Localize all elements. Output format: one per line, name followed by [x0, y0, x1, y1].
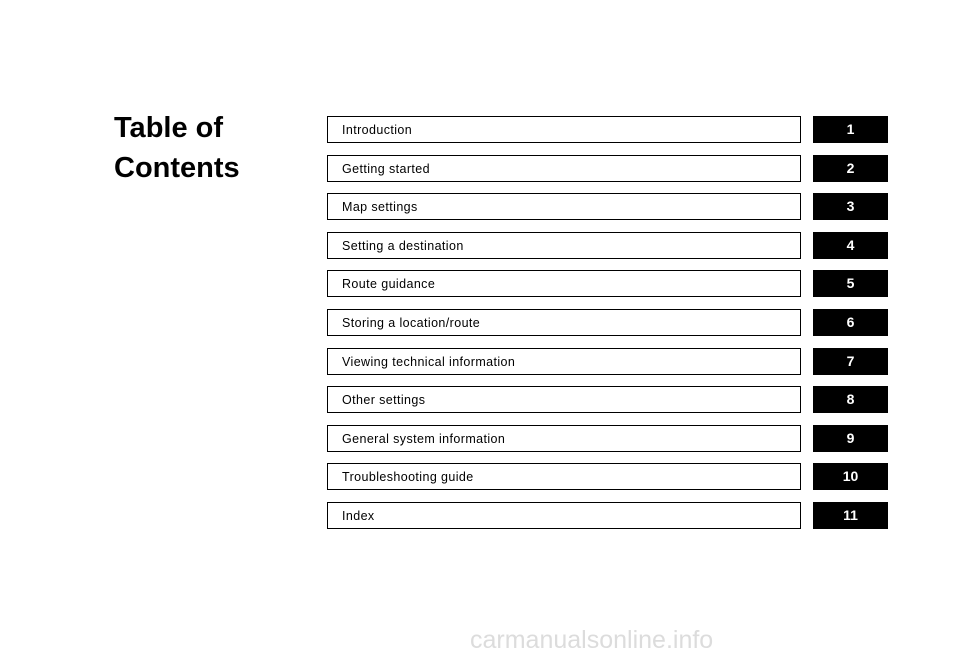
toc-chapter-tab[interactable]: 9 [813, 424, 888, 452]
page-title: Table of Contents [114, 108, 314, 188]
toc-entry[interactable]: Introduction [327, 116, 801, 143]
toc-entry[interactable]: Troubleshooting guide [327, 463, 801, 491]
toc-chapter-number: 6 [846, 313, 855, 330]
toc-chapter-number: 9 [846, 429, 855, 446]
toc-entry-label: Map settings [342, 200, 418, 215]
toc-chapter-number: 4 [846, 236, 855, 253]
toc-chapter-number: 8 [846, 391, 855, 408]
toc-entry[interactable]: Other settings [327, 386, 801, 414]
toc-entry-label: Troubleshooting guide [342, 470, 474, 485]
toc-entry-label: General system information [342, 431, 506, 446]
table-of-contents-row: Storing a location/route 6 [327, 308, 888, 348]
toc-entry[interactable]: Setting a destination [327, 231, 801, 259]
toc-chapter-tab[interactable]: 1 [813, 116, 888, 143]
toc-chapter-number: 7 [846, 352, 855, 369]
toc-entry-label: Index [342, 508, 375, 523]
toc-entry-label: Viewing technical information [342, 354, 516, 369]
table-of-contents-row: Getting started 2 [327, 154, 888, 194]
toc-chapter-number: 11 [843, 506, 858, 523]
toc-chapter-tab[interactable]: 2 [813, 154, 888, 182]
toc-chapter-number: 5 [846, 275, 855, 292]
toc-chapter-tab[interactable]: 3 [813, 193, 888, 221]
table-of-contents-row: Introduction 1 [327, 116, 888, 155]
toc-chapter-number: 2 [846, 159, 855, 176]
toc-entry[interactable]: Storing a location/route [327, 308, 801, 336]
table-of-contents-row: Setting a destination 4 [327, 231, 888, 271]
table-of-contents-row: Map settings 3 [327, 193, 888, 232]
toc-entry-label: Other settings [342, 393, 426, 408]
toc-chapter-tab[interactable]: 6 [813, 308, 888, 336]
table-of-contents-row: Other settings 8 [327, 386, 888, 425]
toc-chapter-tab[interactable]: 7 [813, 347, 888, 375]
toc-entry-label: Getting started [342, 161, 430, 176]
toc-entry-label: Storing a location/route [342, 315, 481, 330]
toc-entry-label: Route guidance [342, 277, 436, 292]
table-of-contents-list: Introduction 1 Getting started 2 Map set… [327, 116, 888, 541]
toc-chapter-tab[interactable]: 11 [813, 501, 888, 529]
toc-entry[interactable]: Viewing technical information [327, 347, 801, 375]
toc-entry[interactable]: Getting started [327, 154, 801, 182]
toc-chapter-tab[interactable]: 4 [813, 231, 888, 259]
table-of-contents-row: Viewing technical information 7 [327, 347, 888, 387]
table-of-contents-row: Troubleshooting guide 10 [327, 463, 888, 502]
table-of-contents-row: Route guidance 5 [327, 270, 888, 309]
table-of-contents-row: General system information 9 [327, 424, 888, 464]
toc-chapter-number: 1 [846, 121, 855, 137]
document-page: Table of Contents Introduction 1 Getting… [0, 0, 960, 664]
toc-entry[interactable]: Index [327, 501, 801, 529]
toc-entry-label: Introduction [342, 123, 413, 137]
toc-entry-label: Setting a destination [342, 238, 464, 253]
page-title-line2: Contents [114, 152, 240, 184]
toc-entry[interactable]: General system information [327, 424, 801, 452]
toc-chapter-tab[interactable]: 5 [813, 270, 888, 298]
toc-chapter-number: 10 [842, 468, 859, 485]
table-of-contents-row: Index 11 [327, 501, 888, 541]
toc-chapter-tab[interactable]: 8 [813, 386, 888, 414]
toc-entry[interactable]: Route guidance [327, 270, 801, 298]
watermark: carmanualsonline.info [470, 626, 714, 654]
toc-entry[interactable]: Map settings [327, 193, 801, 221]
page-title-line1: Table of [114, 112, 224, 144]
toc-chapter-number: 3 [846, 198, 855, 215]
toc-chapter-tab[interactable]: 10 [813, 463, 888, 491]
